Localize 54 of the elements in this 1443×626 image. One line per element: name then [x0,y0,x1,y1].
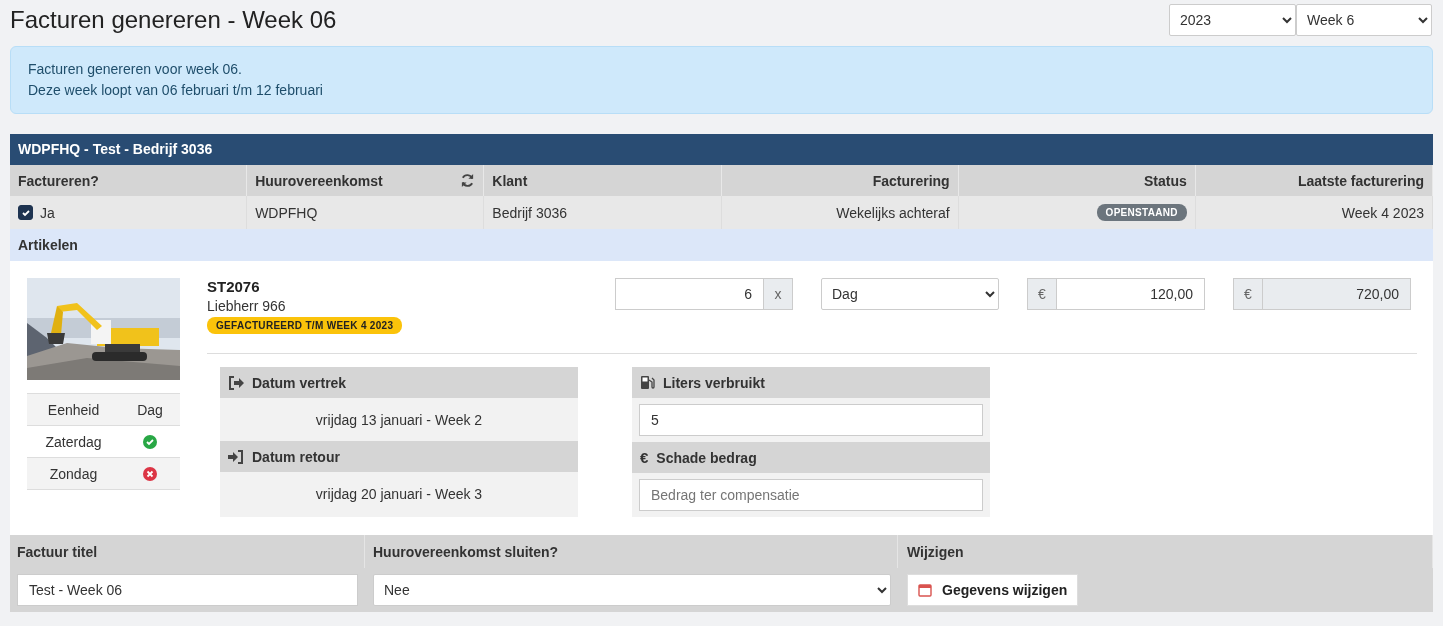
page-title: Facturen genereren - Week 06 [10,6,337,34]
table-header: Dag [136,401,164,418]
box-header: Datum retour [252,448,340,465]
sign-out-icon [228,375,244,390]
panel-header: WDPFHQ - Test - Bedrijf 3036 [10,134,1433,165]
edit-button[interactable]: Gegevens wijzigen [907,574,1079,606]
table-cell: Bedrijf 3036 [492,204,568,221]
sign-in-icon [228,449,244,464]
unit-select[interactable]: Dag [821,278,999,310]
article-name: Liebherr 966 [207,298,287,314]
box-header: Liters verbruikt [663,374,765,391]
column-header: Huurovereenkomst sluiten? [365,535,898,568]
column-header: Factuur titel [10,535,365,568]
total-field[interactable]: 720,00 [1262,278,1411,310]
table-cell: Ja [40,204,55,221]
table-cell: Wekelijks achteraf [836,204,950,221]
calendar-icon [918,583,932,597]
currency-addon: € [1233,278,1262,310]
check-icon [20,207,31,218]
info-alert: Facturen genereren voor week 06. Deze week loopt van 06 februari t/m 12 februari [10,46,1433,114]
checkbox[interactable] [18,205,33,220]
column-header: Laatste facturering [1297,172,1424,189]
table-header: Eenheid [46,401,101,418]
status-badge: OPENSTAAND [1096,204,1187,221]
quantity-field[interactable]: 6 [615,278,764,310]
table-cell: WDPFHQ [255,204,318,221]
price-field[interactable]: 120,00 [1056,278,1205,310]
fuel-pump-icon [640,375,655,390]
invoice-title-field[interactable]: Test - Week 06 [17,574,358,606]
multiplier-addon: x [764,278,793,310]
column-header: Klant [492,172,528,189]
column-header: Facturering [872,172,950,189]
table-cell-text: Zaterdag [44,433,103,450]
table-cell-text: Zondag [48,465,99,482]
article-code: ST2076 [207,278,261,295]
column-header: Factureren? [18,172,99,189]
table-cell: Week 4 2023 [1341,204,1424,221]
section-header: Artikelen [10,229,1433,261]
box-header: Datum vertrek [252,374,347,391]
liters-field[interactable]: 5 [639,404,983,436]
column-header: Status [1144,172,1187,189]
currency-addon: € [1027,278,1056,310]
damage-field[interactable]: Bedrag ter compensatie [639,479,983,511]
filter-select[interactable]: 2023 [1169,4,1296,36]
box-header: Schade bedrag [656,449,757,466]
date-value: vrijdag 20 januari - Week 3 [315,485,483,502]
invoiced-badge: GEFACTUREERD T/M WEEK 4 2023 [207,317,403,334]
filter-select[interactable]: Week 6 [1296,4,1432,36]
column-header: Wijzigen [898,535,1433,568]
euro-icon: € [640,449,649,466]
column-header: Huurovereenkomst [255,172,383,189]
close-select[interactable]: Nee [373,574,891,606]
refresh-icon[interactable] [460,173,476,188]
date-value: vrijdag 13 januari - Week 2 [315,411,483,428]
